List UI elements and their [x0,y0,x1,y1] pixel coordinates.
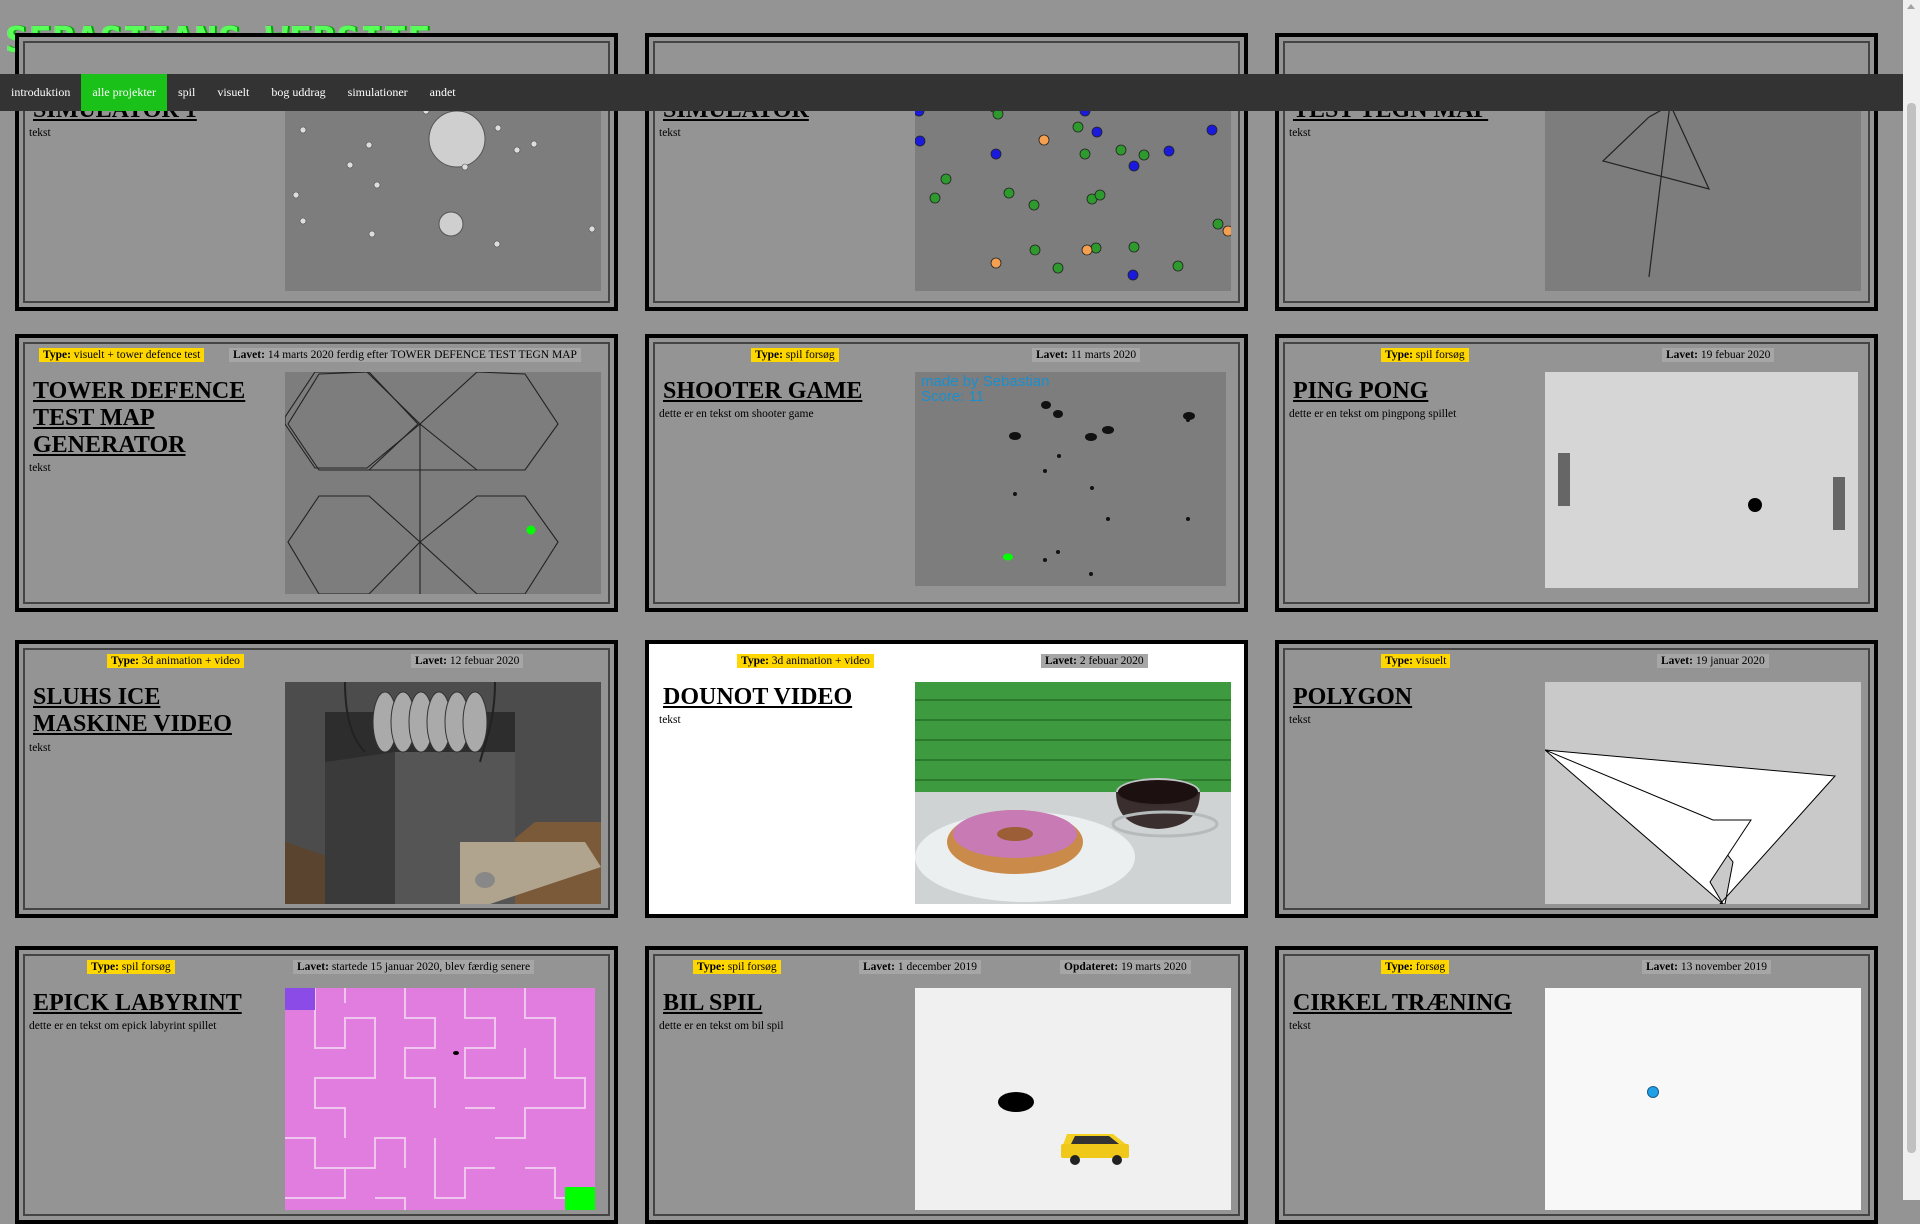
ecosystem-simulation-image [915,97,1231,281]
type-badge: Type: spil forsøg [751,348,839,362]
page-scrollbar[interactable] [1903,0,1920,1200]
project-grid: SIMULATOR 1 tekst SIMULATOR tekst [0,0,1903,1224]
date-badge: Lavet: 12 febuar 2020 [411,654,524,668]
scrollbar-thumb[interactable] [1907,103,1916,1153]
type-badge: Type: spil forsøg [693,960,781,974]
project-text: tekst [29,742,51,754]
nav-item-introduktion[interactable]: introduktion [0,74,81,111]
project-card-bil-spil[interactable]: Type: spil forsøg Lavet: 1 december 2019… [645,946,1248,1224]
type-badge: Type: visuelt + tower defence test [39,348,205,362]
tower-defence-map-image [285,372,601,594]
project-thumbnail[interactable] [915,988,1231,1210]
map-drawing-image [1601,97,1711,278]
type-badge: Type: spil forsøg [1381,348,1469,362]
date-badge: Lavet: 14 marts 2020 ferdig efter TOWER … [229,348,581,362]
project-text: tekst [659,127,681,139]
project-card-ping-pong[interactable]: Type: spil forsøg Lavet: 19 febuar 2020 … [1275,334,1878,612]
project-thumbnail[interactable] [1545,372,1858,588]
project-card-sluhs-ice[interactable]: Type: 3d animation + video Lavet: 12 feb… [15,640,618,918]
shooter-game-image: made by Sebastian Score: 11 [921,373,1195,576]
project-thumbnail[interactable] [1545,682,1861,904]
donut-render-image [915,682,1231,904]
slush-machine-render-image [285,682,601,904]
date-badge: Lavet: 19 febuar 2020 [1662,348,1775,362]
project-card-shooter-game[interactable]: Type: spil forsøg Lavet: 11 marts 2020 S… [645,334,1248,612]
project-text: tekst [29,462,51,474]
project-title[interactable]: DOUNOT VIDEO [663,684,893,711]
project-title[interactable]: BIL SPIL [663,990,893,1017]
project-title[interactable]: EPICK LABYRINT [33,990,263,1017]
type-badge: Type: 3d animation + video [737,654,874,668]
project-text: tekst [1289,714,1311,726]
type-badge: Type: 3d animation + video [107,654,244,668]
polygon-image [1545,749,1837,904]
date-badge: Lavet: 1 december 2019 [859,960,982,974]
project-thumbnail[interactable] [285,372,601,594]
project-text: tekst [659,714,681,726]
project-card-dounot-video[interactable]: Type: 3d animation + video Lavet: 2 febu… [645,640,1248,918]
project-thumbnail[interactable] [285,97,601,291]
project-title[interactable]: PING PONG [1293,378,1523,405]
project-thumbnail[interactable] [915,682,1231,904]
project-title[interactable]: SLUHS ICE MASKINE VIDEO [33,684,263,738]
nav-item-spil[interactable]: spil [167,74,206,111]
nav-item-alle-projekter[interactable]: alle projekter [81,74,167,111]
project-text: dette er en tekst om pingpong spillet [1289,408,1457,420]
date-badge: Lavet: startede 15 januar 2020, blev fær… [293,960,535,974]
date-badge: Lavet: 13 november 2019 [1642,960,1772,974]
date-badge: Lavet: 19 januar 2020 [1657,654,1769,668]
type-badge: Type: spil forsøg [87,960,175,974]
labyrinth-image [285,988,595,1210]
project-thumbnail[interactable] [1545,97,1861,291]
circle-training-image [1647,1086,1659,1098]
project-thumbnail[interactable] [285,682,601,904]
nav-item-visuelt[interactable]: visuelt [206,74,260,111]
project-card-tower-defence[interactable]: Type: visuelt + tower defence test Lavet… [15,334,618,612]
score-text: Score: 11 [921,388,984,405]
project-title[interactable]: TOWER DEFENCE TEST MAP GENERATOR [33,378,263,459]
project-text: dette er en tekst om epick labyrint spil… [29,1020,217,1032]
date-badge: Lavet: 2 febuar 2020 [1041,654,1148,668]
date-badge: Lavet: 11 marts 2020 [1032,348,1141,362]
project-text: tekst [1289,1020,1311,1032]
project-thumbnail[interactable] [1545,988,1861,1210]
car-game-image [998,1092,1129,1165]
scroll-up-arrow-icon[interactable] [1907,4,1915,9]
nav-item-bog-uddrag[interactable]: bog uddrag [260,74,336,111]
project-card-polygon[interactable]: Type: visuelt Lavet: 19 januar 2020 POLY… [1275,640,1878,918]
project-thumbnail[interactable] [285,988,595,1210]
project-text: tekst [29,127,51,139]
project-title[interactable]: SHOOTER GAME [663,378,893,405]
project-card-cirkel-traening[interactable]: Type: forsøg Lavet: 13 november 2019 CIR… [1275,946,1878,1224]
nav-item-simulationer[interactable]: simulationer [337,74,419,111]
nav-item-andet[interactable]: andet [419,74,467,111]
project-text: tekst [1289,127,1311,139]
ping-pong-image [1558,453,1845,530]
project-thumbnail[interactable]: made by Sebastian Score: 11 [915,372,1226,586]
particle-simulation-image [292,97,596,248]
project-thumbnail[interactable] [915,97,1231,291]
project-text: dette er en tekst om bil spil [659,1020,784,1032]
project-title[interactable]: CIRKEL TRÆNING [1293,990,1523,1017]
project-text: dette er en tekst om shooter game [659,408,814,420]
project-title[interactable]: POLYGON [1293,684,1523,711]
main-nav: introduktion alle projekter spil visuelt… [0,74,1903,111]
type-badge: Type: forsøg [1381,960,1450,974]
type-badge: Type: visuelt [1381,654,1451,668]
updated-badge: Opdateret: 19 marts 2020 [1060,960,1191,974]
project-card-epick-labyrint[interactable]: Type: spil forsøg Lavet: startede 15 jan… [15,946,618,1224]
